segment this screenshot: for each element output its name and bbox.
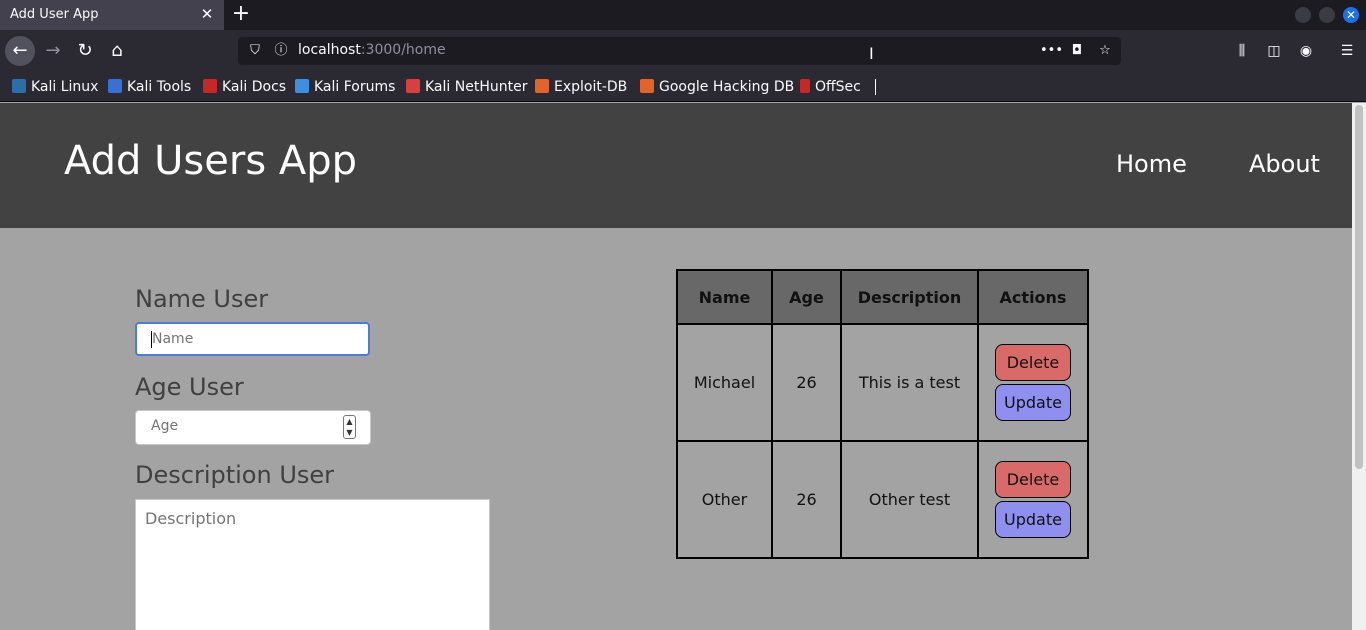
- page-actions-icon[interactable]: •••: [1040, 42, 1063, 60]
- new-tab-button[interactable]: +: [230, 3, 252, 25]
- cell-description: This is a test: [840, 323, 979, 442]
- scrollbar-thumb[interactable]: [1355, 105, 1363, 469]
- delete-button[interactable]: Delete: [995, 344, 1071, 381]
- bookmark-kali-docs[interactable]: Kali Docs: [203, 78, 286, 96]
- sidebar-icon[interactable]: ◫: [1265, 42, 1283, 60]
- bookmark-label: Kali Tools: [127, 79, 192, 95]
- kali-docs-icon: [203, 79, 217, 93]
- browser-tab[interactable]: Add User App ✕: [0, 0, 224, 30]
- bookmark-label: Kali Docs: [222, 79, 287, 95]
- bookmark-label: Kali Forums: [314, 79, 396, 95]
- back-arrow-icon[interactable]: ←: [5, 36, 35, 66]
- bookmark-label: Kali NetHunter: [425, 79, 528, 95]
- cell-age: 26: [771, 440, 842, 559]
- cell-actions: Delete Update: [977, 323, 1089, 442]
- users-table: Name Age Description Actions Michael 26 …: [676, 269, 1089, 559]
- age-label: Age User: [135, 373, 244, 401]
- bookmark-label: Exploit-DB: [554, 79, 628, 95]
- tab-close-icon[interactable]: ✕: [199, 5, 215, 23]
- url-path: :3000/home: [360, 42, 446, 58]
- app-title: Add Users App: [64, 138, 358, 184]
- navigation-toolbar: ← → ↻ ⌂ ⛉ ⓘ localhost:3000/home ••• ◘ ☆ …: [0, 30, 1366, 72]
- reload-icon[interactable]: ↻: [70, 36, 100, 66]
- shield-icon[interactable]: ⛉: [246, 42, 264, 60]
- minimize-window-button[interactable]: [1295, 7, 1311, 23]
- table-row: Michael 26 This is a test Delete Update: [676, 323, 1089, 442]
- header-actions: Actions: [977, 269, 1089, 325]
- table-row: Other 26 Other test Delete Update: [676, 440, 1089, 559]
- close-window-button[interactable]: ✕: [1343, 7, 1359, 23]
- ghdb-icon: [640, 79, 654, 93]
- description-textarea[interactable]: Description: [135, 499, 490, 630]
- bookmark-label: OffSec: [815, 79, 861, 95]
- url-host: localhost: [298, 42, 361, 58]
- bookmarks-separator: [875, 79, 876, 95]
- menu-icon[interactable]: ☰: [1338, 42, 1356, 60]
- url-text[interactable]: localhost:3000/home: [298, 42, 446, 58]
- bookmarks-bar: Kali Linux Kali Tools Kali Docs Kali For…: [0, 72, 1366, 102]
- cell-name: Michael: [676, 323, 773, 442]
- offsec-icon: [800, 79, 810, 93]
- update-button[interactable]: Update: [995, 501, 1071, 538]
- kali-dragon-icon: [12, 79, 26, 93]
- bookmark-google-hacking-db[interactable]: Google Hacking DB: [640, 78, 794, 96]
- age-input[interactable]: Age ▲ ▼: [135, 410, 371, 445]
- bookmark-label: Kali Linux: [31, 79, 99, 95]
- tab-bar: Add User App ✕ + ✕: [0, 0, 1366, 30]
- bookmark-label: Google Hacking DB: [659, 79, 795, 95]
- pocket-icon[interactable]: ◘: [1068, 42, 1086, 60]
- update-button[interactable]: Update: [995, 384, 1071, 421]
- cell-description: Other test: [840, 440, 979, 559]
- text-cursor-icon: I: [869, 44, 874, 63]
- app-header: Add Users App Home About: [0, 103, 1352, 228]
- bookmark-exploit-db[interactable]: Exploit-DB: [535, 78, 627, 96]
- account-icon[interactable]: ◉: [1297, 42, 1315, 60]
- bookmark-kali-tools[interactable]: Kali Tools: [108, 78, 191, 96]
- forward-arrow-icon[interactable]: →: [38, 36, 68, 66]
- table-header-row: Name Age Description Actions: [676, 269, 1089, 325]
- kali-forums-icon: [295, 79, 309, 93]
- info-icon[interactable]: ⓘ: [272, 42, 290, 60]
- nav-link-home[interactable]: Home: [1116, 150, 1187, 178]
- exploit-db-icon: [535, 79, 549, 93]
- nethunter-icon: [406, 79, 420, 93]
- age-placeholder: Age: [151, 418, 179, 434]
- description-label: Description User: [135, 461, 335, 489]
- bookmark-offsec[interactable]: OffSec: [800, 78, 861, 96]
- cell-actions: Delete Update: [977, 440, 1089, 559]
- page-viewport: Add Users App Home About Name User Name …: [0, 103, 1352, 630]
- bookmark-kali-nethunter[interactable]: Kali NetHunter: [406, 78, 527, 96]
- name-label: Name User: [135, 285, 269, 313]
- description-placeholder: Description: [145, 509, 237, 528]
- header-description: Description: [840, 269, 979, 325]
- home-icon[interactable]: ⌂: [102, 36, 132, 66]
- name-input[interactable]: Name: [135, 322, 370, 356]
- bookmark-kali-forums[interactable]: Kali Forums: [295, 78, 395, 96]
- bookmark-kali-linux[interactable]: Kali Linux: [12, 78, 98, 96]
- header-age: Age: [771, 269, 842, 325]
- number-stepper-icon[interactable]: ▲ ▼: [343, 415, 356, 439]
- kali-tools-icon: [108, 79, 122, 93]
- name-placeholder: Name: [152, 331, 194, 347]
- library-icon[interactable]: ⫼: [1233, 42, 1251, 60]
- page-scrollbar[interactable]: [1352, 103, 1366, 630]
- cell-name: Other: [676, 440, 773, 559]
- delete-button[interactable]: Delete: [995, 461, 1071, 498]
- nav-link-about[interactable]: About: [1249, 150, 1320, 178]
- maximize-window-button[interactable]: [1319, 7, 1335, 23]
- bookmark-star-icon[interactable]: ☆: [1096, 42, 1114, 60]
- header-name: Name: [676, 269, 773, 325]
- tab-title: Add User App: [10, 7, 99, 22]
- cell-age: 26: [771, 323, 842, 442]
- url-bar[interactable]: ⛉ ⓘ localhost:3000/home ••• ◘ ☆: [238, 37, 1121, 65]
